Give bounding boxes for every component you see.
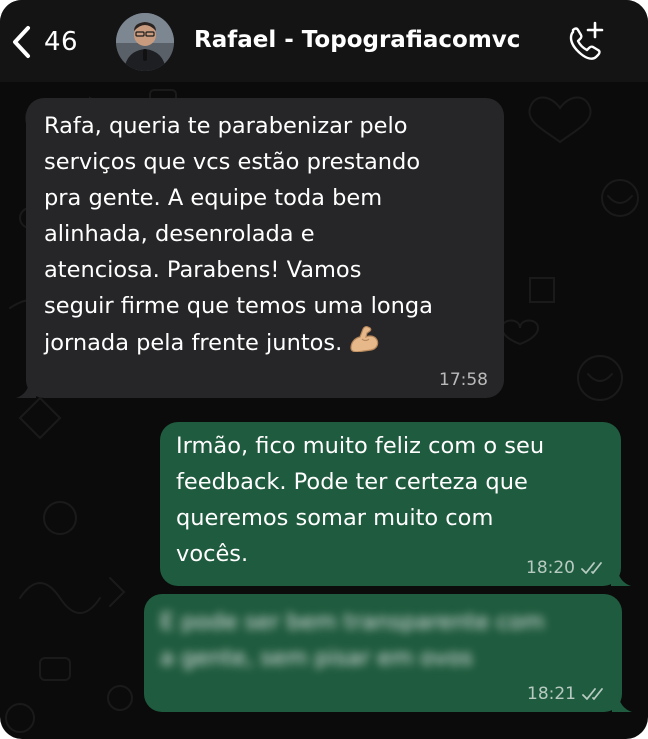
bubble-tail [612,694,632,712]
message-text: Irmão, fico muito feliz com o seu feedba… [176,433,545,567]
avatar-photo [116,13,174,71]
double-check-icon [581,562,602,574]
outgoing-message[interactable]: Irmão, fico muito feliz com o seu feedba… [160,422,631,586]
double-check-icon [582,688,603,700]
chat-screen: 46 Rafael - Topografiacomvc Rafa, queria… [0,0,648,739]
chevron-left-icon [13,26,30,58]
back-button[interactable]: 46 [10,20,78,64]
incoming-message[interactable]: Rafa, queria te parabenizar pelo serviço… [16,98,504,398]
message-meta: 18:20 [526,558,605,578]
unread-count: 46 [44,27,79,57]
message-meta: 18:21 [527,684,606,704]
message-time: 18:21 [527,684,576,704]
message-time: 18:20 [526,558,575,578]
message-text: Rafa, queria te parabenizar pelo serviço… [44,113,433,356]
outgoing-message-blurred[interactable]: E pode ser bem transparente com a gente,… [144,594,632,712]
message-time: 17:58 [439,370,488,390]
chat-header: 46 Rafael - Topografiacomvc [0,0,648,82]
bubble-tail [611,568,631,586]
phone-add-icon [569,21,604,60]
avatar[interactable] [116,13,174,71]
message-text: E pode ser bem transparente com a gente,… [160,609,545,671]
flexed-biceps-icon [348,324,380,363]
contact-name[interactable]: Rafael - Topografiacomvc [194,27,520,53]
message-meta: 17:58 [439,370,488,390]
add-call-button[interactable] [564,20,606,62]
bubble-tail [16,380,36,398]
